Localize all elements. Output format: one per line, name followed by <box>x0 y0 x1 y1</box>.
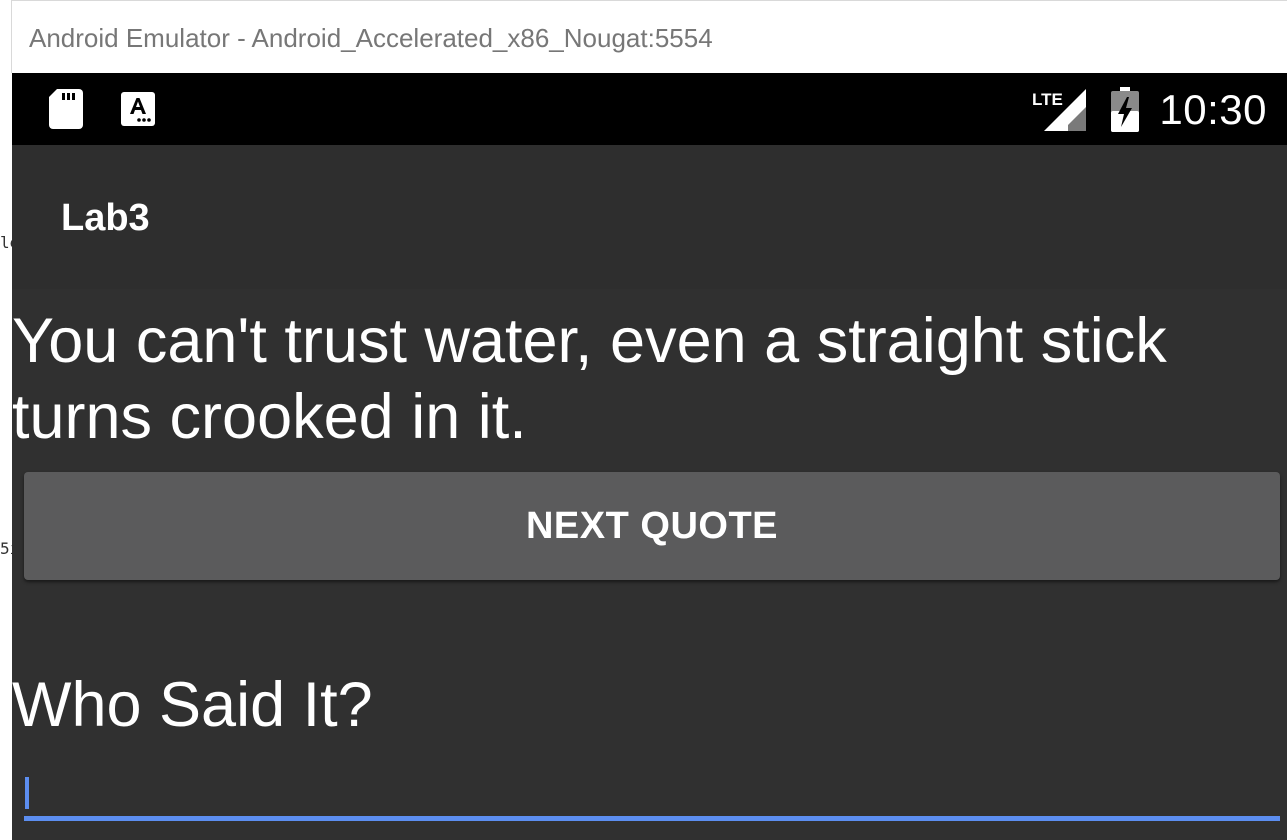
next-quote-button[interactable]: NEXT QUOTE <box>24 472 1280 580</box>
background-window-edge: le 5i <box>0 73 19 840</box>
lte-signal-icon: LTE <box>1032 89 1086 131</box>
window-titlebar[interactable]: Android Emulator - Android_Accelerated_x… <box>11 0 1287 73</box>
app-action-bar: Lab3 <box>12 145 1287 289</box>
status-bar: LTE 10:30 <box>12 73 1287 145</box>
device-screen: LTE 10:30 Lab3 You can't trust water, ev… <box>12 73 1287 840</box>
window-title: Android Emulator - Android_Accelerated_x… <box>29 23 713 53</box>
next-quote-button-label: NEXT QUOTE <box>525 504 779 547</box>
who-said-it-label: Who Said It? <box>12 670 373 740</box>
text-a-icon <box>121 92 155 126</box>
network-type-label: LTE <box>1032 90 1063 109</box>
sd-card-icon <box>49 89 83 129</box>
status-clock: 10:30 <box>1159 86 1267 133</box>
main-content: You can't trust water, even a straight s… <box>12 289 1287 840</box>
text-cursor <box>25 777 29 809</box>
answer-input[interactable] <box>24 767 1280 821</box>
app-title: Lab3 <box>61 197 150 239</box>
battery-charging-icon <box>1111 87 1139 132</box>
emulator-window: le 5i Android Emulator - Android_Acceler… <box>0 0 1287 840</box>
quote-text: You can't trust water, even a straight s… <box>12 306 1167 452</box>
